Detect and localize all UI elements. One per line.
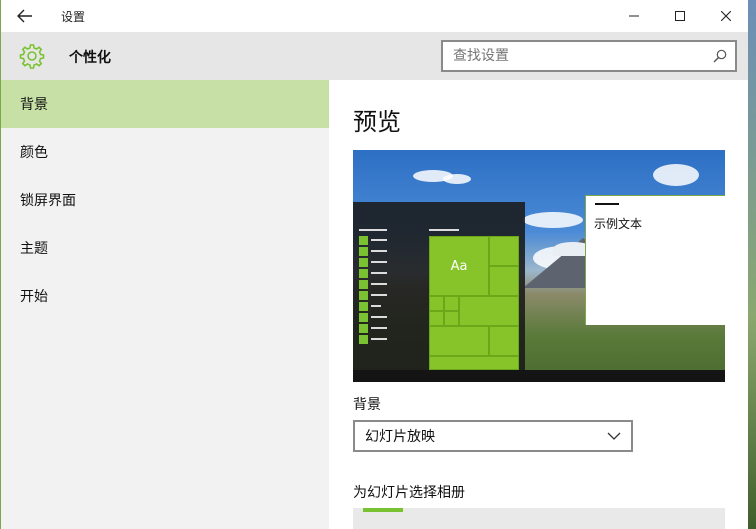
window-title: 设置 <box>61 9 86 24</box>
minimize-button[interactable] <box>611 0 657 32</box>
start-tile <box>429 311 444 326</box>
start-menu-app-icon <box>359 302 368 311</box>
start-menu-line <box>371 272 387 274</box>
background-preview: Aa 示例文本 <box>353 150 725 382</box>
watermark-text: Baidu经验 <box>579 466 694 491</box>
settings-window: 设置 个性化 查找设置 背景 颜色 锁屏界面 主题 开始 预览 Aa 示例文本 … <box>0 0 748 529</box>
sidebar-item-themes[interactable]: 主题 <box>1 224 329 272</box>
chevron-down-icon <box>607 432 621 440</box>
preview-cloud <box>653 164 699 186</box>
start-menu-app-icon <box>359 280 368 289</box>
start-menu-app-icon <box>359 258 368 267</box>
start-tile <box>489 266 519 296</box>
search-input[interactable] <box>453 48 705 64</box>
start-menu-app-icon <box>359 236 368 245</box>
start-menu-line <box>371 294 387 296</box>
start-menu-line <box>371 283 387 285</box>
minimize-icon <box>629 15 639 17</box>
preview-start-menu: Aa <box>353 202 525 370</box>
start-menu-line <box>359 229 387 231</box>
start-tile <box>429 296 444 311</box>
background-label: 背景 <box>353 397 381 413</box>
album-picker[interactable] <box>353 508 725 529</box>
start-tile <box>459 296 519 326</box>
sidebar-item-label: 背景 <box>20 97 48 113</box>
sample-text: 示例文本 <box>594 217 643 231</box>
start-tile <box>489 326 519 356</box>
window-controls <box>611 0 748 32</box>
start-tile <box>444 311 459 326</box>
tile-label: Aa <box>450 258 468 274</box>
start-menu-line <box>371 250 387 252</box>
start-menu-line <box>371 327 387 329</box>
search-icon[interactable] <box>705 49 735 63</box>
sample-window-titlebar <box>595 203 619 205</box>
watermark-url: jingyan.baidu.com <box>583 494 676 505</box>
sidebar-item-label: 开始 <box>20 289 48 305</box>
album-accent-bar <box>363 508 403 512</box>
album-label: 为幻灯片选择相册 <box>353 485 465 501</box>
background-type-select[interactable]: 幻灯片放映 <box>353 420 633 452</box>
page-title: 个性化 <box>69 50 111 66</box>
sidebar-item-colors[interactable]: 颜色 <box>1 128 329 176</box>
sidebar-item-start[interactable]: 开始 <box>1 272 329 320</box>
preview-cloud <box>523 212 583 228</box>
start-menu-line <box>371 305 381 307</box>
start-menu-app-icon <box>359 247 368 256</box>
start-menu-app-icon <box>359 269 368 278</box>
watermark: Baidu经验 jingyan.baidu.com <box>579 460 729 508</box>
sidebar-item-lock-screen[interactable]: 锁屏界面 <box>1 176 329 224</box>
gear-icon <box>19 44 45 69</box>
maximize-icon <box>675 11 685 21</box>
sidebar-item-label: 颜色 <box>20 145 48 161</box>
start-menu-line <box>429 229 459 231</box>
title-bar: 设置 <box>1 0 748 32</box>
start-menu-line <box>371 261 387 263</box>
sidebar-item-label: 锁屏界面 <box>20 193 76 209</box>
back-button[interactable] <box>1 0 49 32</box>
start-tile <box>489 236 519 266</box>
start-tile-large: Aa <box>429 236 489 296</box>
close-icon <box>721 11 731 21</box>
start-menu-app-icon <box>359 324 368 333</box>
preview-sample-window: 示例文本 <box>585 195 725 325</box>
start-tile <box>429 326 489 356</box>
start-menu-app-icon <box>359 335 368 344</box>
preview-cloud <box>443 174 471 184</box>
sidebar-item-label: 主题 <box>20 241 48 257</box>
start-menu-line <box>371 338 387 340</box>
sidebar: 背景 颜色 锁屏界面 主题 开始 <box>1 80 329 529</box>
preview-taskbar <box>353 370 725 382</box>
maximize-button[interactable] <box>657 0 703 32</box>
start-tile <box>429 356 519 370</box>
sidebar-item-background[interactable]: 背景 <box>1 80 329 128</box>
start-menu-line <box>371 239 387 241</box>
select-value: 幻灯片放映 <box>365 429 435 445</box>
start-menu-app-icon <box>359 313 368 322</box>
arrow-left-icon <box>17 9 32 23</box>
start-menu-app-icon <box>359 291 368 300</box>
preview-heading: 预览 <box>353 108 401 136</box>
start-menu-line <box>371 316 387 318</box>
search-box[interactable] <box>441 40 737 72</box>
main-content: 预览 Aa 示例文本 背景 幻灯片放映 为幻灯片选择相册 Baidu经验 jin… <box>329 80 748 529</box>
close-button[interactable] <box>703 0 748 32</box>
page-header: 个性化 <box>1 32 748 80</box>
start-tile <box>444 296 459 311</box>
